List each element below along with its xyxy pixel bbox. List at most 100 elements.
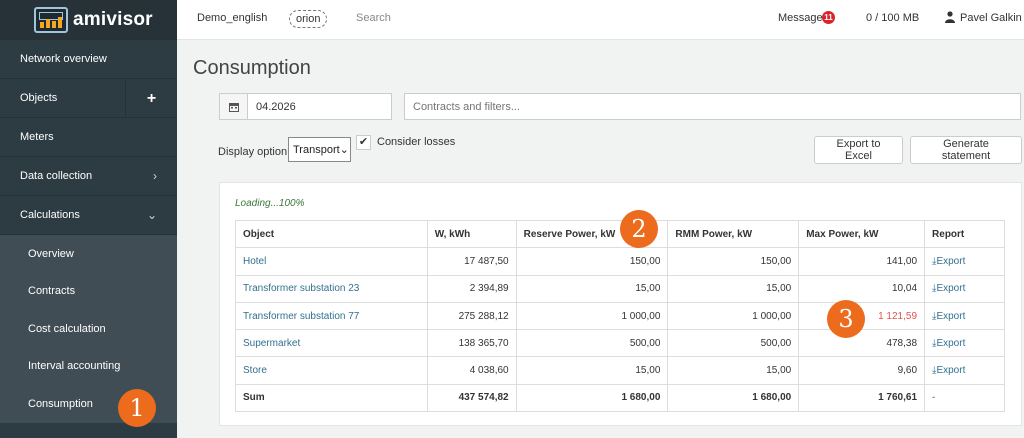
sum-report: - (924, 383, 1005, 413)
object-link[interactable]: Hotel (243, 256, 266, 267)
user-name[interactable]: Pavel Galkin (960, 12, 1022, 24)
export-label: Export (936, 283, 966, 295)
contracts-filter-input[interactable] (404, 93, 1021, 120)
export-link[interactable]: ⤓Export (932, 338, 965, 349)
object-link[interactable]: Store (243, 365, 267, 376)
export-label: Export (936, 255, 966, 267)
column-header[interactable]: RMM Power, kW (667, 219, 800, 249)
project-tag[interactable]: orion (289, 10, 328, 28)
max-cell: 10,04 (798, 274, 926, 303)
calendar-icon (228, 102, 239, 112)
logo-icon (34, 7, 68, 33)
chevron-down-icon: ⌄ (146, 208, 157, 222)
rmm-cell: 500,00 (667, 329, 800, 358)
sum-w: 437 574,82 (426, 383, 517, 413)
export-label: Export (936, 337, 966, 349)
sidebar-item-data-collection[interactable]: Data collection › (0, 157, 177, 196)
table-row: Store 4 038,60 15,00 15,00 9,60 ⤓Export (235, 356, 1005, 385)
chevron-down-icon: ⌄ (339, 144, 349, 156)
max-cell: 478,38 (798, 329, 926, 358)
sidebar-subitem-cost-calculation[interactable]: Cost calculation (0, 310, 177, 348)
display-option-label: Display option: (218, 146, 291, 158)
callout-marker-3: 3 (827, 300, 865, 338)
page-title: Consumption (193, 57, 311, 79)
w-cell: 17 487,50 (426, 247, 517, 276)
sidebar-item-label: Objects (20, 92, 58, 104)
sidebar-item-label: Calculations (20, 209, 80, 221)
w-cell: 4 038,60 (426, 356, 517, 385)
column-header[interactable]: Max Power, kW (798, 219, 926, 249)
logo-text: amivisor (73, 9, 153, 30)
consider-losses-label: Consider losses (377, 136, 456, 148)
table-row: Hotel 17 487,50 150,00 150,00 141,00 ⤓Ex… (235, 247, 1005, 276)
column-header[interactable]: W, kWh (426, 219, 517, 249)
max-cell: 141,00 (798, 247, 926, 276)
rmm-cell: 15,00 (667, 274, 800, 303)
reserve-cell: 500,00 (515, 329, 669, 358)
sum-max: 1 760,61 (798, 383, 926, 413)
max-cell: 9,60 (798, 356, 926, 385)
sidebar-subitem-overview[interactable]: Overview (0, 235, 177, 273)
sidebar: amivisor Network overview Objects + Mete… (0, 0, 177, 438)
report-panel: Loading...100% Object W, kWh Reserve Pow… (219, 182, 1022, 426)
sidebar-subitem-interval-accounting[interactable]: Interval accounting (0, 348, 177, 386)
consider-losses-checkbox[interactable]: ✔ (356, 135, 371, 150)
object-link[interactable]: Transformer substation 77 (243, 311, 359, 322)
sum-label: Sum (235, 383, 428, 413)
sum-row: Sum 437 574,82 1 680,00 1 680,00 1 760,6… (235, 383, 1005, 413)
messages-link[interactable]: Messages (778, 12, 828, 24)
column-header[interactable]: Report (924, 219, 1005, 249)
table-row: Transformer substation 23 2 394,89 15,00… (235, 274, 1005, 303)
display-option-select[interactable]: Transport ⌄ (288, 137, 351, 162)
callout-marker-1: 1 (118, 389, 156, 427)
column-header[interactable]: Object (235, 219, 428, 249)
callout-marker-2: 2 (620, 210, 658, 248)
month-input[interactable] (248, 93, 392, 120)
sum-reserve: 1 680,00 (515, 383, 669, 413)
reserve-cell: 1 000,00 (515, 301, 669, 331)
reserve-cell: 150,00 (515, 247, 669, 276)
generate-statement-button[interactable]: Generate statement (910, 136, 1022, 164)
reserve-cell: 15,00 (515, 274, 669, 303)
table-row: Transformer substation 77 275 288,12 1 0… (235, 301, 1005, 331)
sum-rmm: 1 680,00 (667, 383, 800, 413)
display-option-value: Transport (293, 143, 340, 156)
consumption-table: Object W, kWh Reserve Power, kW RMM Powe… (235, 219, 1005, 413)
object-link[interactable]: Supermarket (243, 338, 300, 349)
sidebar-item-network-overview[interactable]: Network overview (0, 40, 177, 79)
sidebar-item-label: Data collection (20, 170, 93, 182)
export-label: Export (936, 310, 966, 322)
search-link[interactable]: Search (356, 12, 391, 24)
rmm-cell: 150,00 (667, 247, 800, 276)
messages-count-badge: 11 (822, 11, 835, 24)
calendar-button[interactable] (219, 93, 248, 120)
object-link[interactable]: Transformer substation 23 (243, 283, 359, 294)
w-cell: 275 288,12 (426, 301, 517, 331)
sidebar-item-label: Meters (20, 131, 54, 143)
loading-status: Loading...100% (235, 198, 305, 209)
sidebar-subitem-contracts[interactable]: Contracts (0, 273, 177, 311)
chevron-right-icon: › (153, 169, 157, 183)
sidebar-item-objects[interactable]: Objects + (0, 78, 177, 118)
rmm-cell: 1 000,00 (667, 301, 800, 331)
export-link[interactable]: ⤓Export (932, 283, 965, 294)
user-icon (945, 11, 955, 23)
rmm-cell: 15,00 (667, 356, 800, 385)
logo[interactable]: amivisor (0, 0, 177, 40)
w-cell: 138 365,70 (426, 329, 517, 358)
reserve-cell: 15,00 (515, 356, 669, 385)
sidebar-item-label: Network overview (20, 53, 107, 65)
plus-icon[interactable]: + (125, 78, 177, 118)
sidebar-item-meters[interactable]: Meters (0, 118, 177, 157)
export-excel-button[interactable]: Export to Excel (814, 136, 903, 164)
export-link[interactable]: ⤓Export (932, 311, 965, 322)
date-picker (219, 93, 392, 120)
table-row: Supermarket 138 365,70 500,00 500,00 478… (235, 329, 1005, 358)
export-label: Export (936, 365, 966, 377)
w-cell: 2 394,89 (426, 274, 517, 303)
storage-usage: 0 / 100 MB (866, 12, 920, 24)
sidebar-item-calculations[interactable]: Calculations ⌄ (0, 196, 177, 235)
export-link[interactable]: ⤓Export (932, 365, 965, 376)
project-selector[interactable]: Demo_english (197, 12, 267, 24)
export-link[interactable]: ⤓Export (932, 256, 965, 267)
